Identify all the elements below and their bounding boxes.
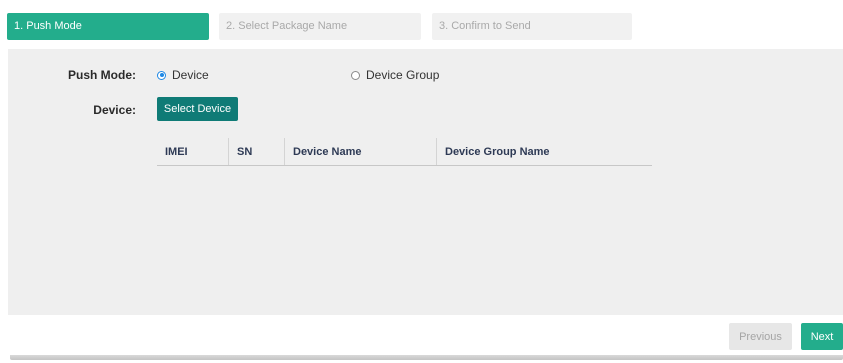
push-mode-panel: Push Mode: Device Device Group Device: S… bbox=[8, 49, 843, 315]
radio-device-group-label: Device Group bbox=[366, 68, 440, 82]
select-device-button[interactable]: Select Device bbox=[157, 97, 238, 121]
radio-device[interactable]: Device bbox=[157, 68, 209, 82]
column-device-group-name: Device Group Name bbox=[436, 138, 652, 165]
push-mode-label: Push Mode: bbox=[68, 68, 136, 82]
step-push-mode[interactable]: 1. Push Mode bbox=[7, 13, 209, 40]
device-label: Device: bbox=[93, 103, 136, 117]
radio-device-label: Device bbox=[172, 68, 209, 82]
next-button[interactable]: Next bbox=[801, 323, 843, 350]
radio-checked-icon[interactable] bbox=[157, 70, 166, 80]
device-table-header: IMEI SN Device Name Device Group Name bbox=[157, 138, 652, 166]
column-device-name: Device Name bbox=[284, 138, 436, 165]
column-sn: SN bbox=[228, 138, 284, 165]
previous-button[interactable]: Previous bbox=[729, 323, 792, 350]
bottom-divider bbox=[10, 355, 843, 360]
step-confirm-to-send[interactable]: 3. Confirm to Send bbox=[432, 13, 632, 40]
step-select-package-name[interactable]: 2. Select Package Name bbox=[219, 13, 421, 40]
radio-unchecked-icon[interactable] bbox=[351, 70, 360, 80]
radio-device-group[interactable]: Device Group bbox=[351, 68, 439, 82]
column-imei: IMEI bbox=[165, 146, 188, 158]
